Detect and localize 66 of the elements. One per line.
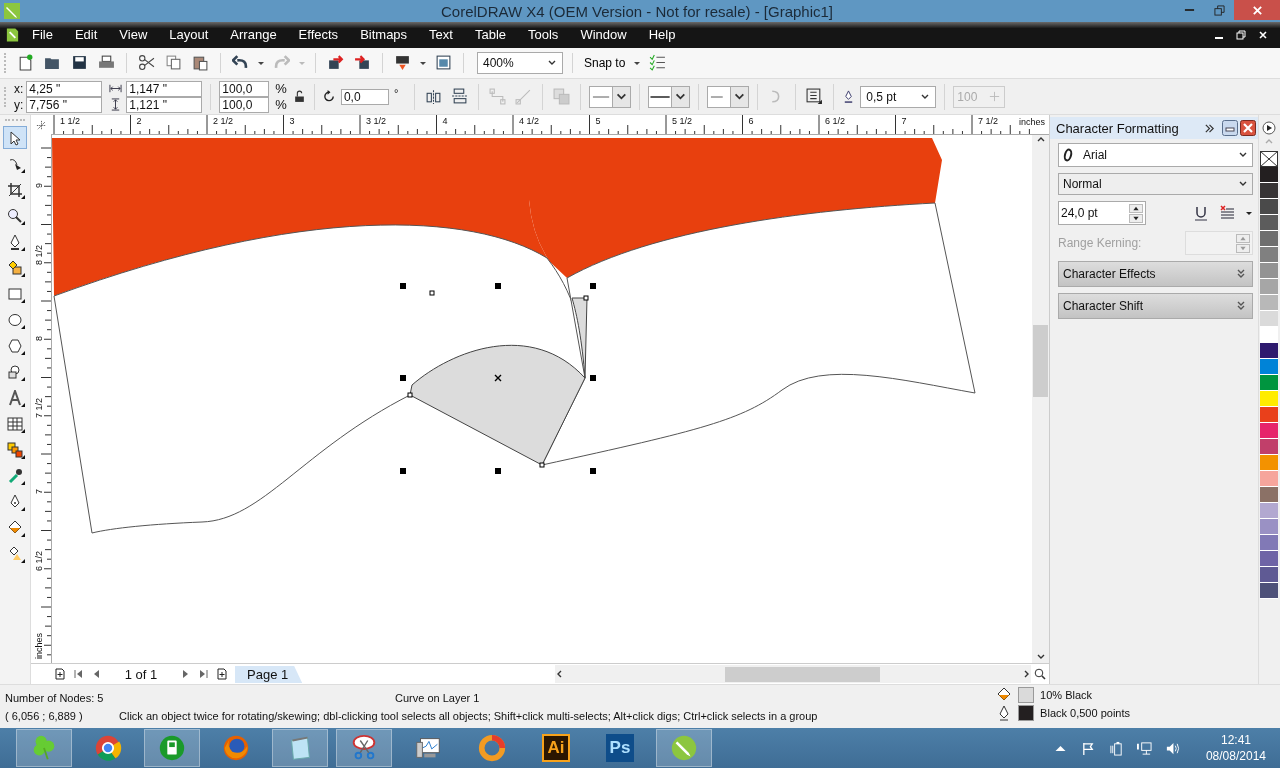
menu-item[interactable]: Help <box>648 27 676 43</box>
ruler-label: 5 1/2 <box>671 116 694 127</box>
menu-item[interactable]: Effects <box>298 27 339 43</box>
ruler-label: 6 <box>747 116 755 127</box>
ruler-label: 8 <box>34 335 44 343</box>
rotation-angle-field[interactable]: 0,0 <box>340 88 389 105</box>
ruler-label: 3 1/2 <box>365 116 388 127</box>
ruler-label: 9 <box>34 182 44 190</box>
menu-item[interactable]: Arrange <box>230 27 277 43</box>
ruler-label: 1 1/2 <box>59 116 82 127</box>
menu-item[interactable]: Table <box>474 27 506 43</box>
ruler-label: 3 <box>288 116 296 127</box>
page-counter: 1 of 1 <box>123 666 159 682</box>
ruler-label: 7 <box>900 116 908 127</box>
menu-item[interactable]: File <box>32 27 53 43</box>
x-position-field[interactable]: 4,25 " <box>26 80 103 97</box>
snap-to-button[interactable]: Snap to <box>582 55 628 70</box>
ruler-label: 4 1/2 <box>518 116 541 127</box>
object-info-text: Curve on Layer 1 <box>395 691 480 704</box>
outline-width-dropdown[interactable]: 0,5 pt <box>860 85 937 108</box>
font-style-dropdown[interactable]: Normal <box>1058 173 1253 196</box>
collapsible-section-header[interactable]: Character Shift <box>1058 293 1253 320</box>
scale-x-field[interactable]: 100,0 <box>219 80 270 97</box>
app-logo-icon: Ps <box>606 734 634 763</box>
taskbar-clock[interactable]: 12:41 08/08/2014 <box>1205 732 1266 765</box>
ruler-unit-label: inches <box>34 632 44 661</box>
docker-title: Character Formatting <box>1056 120 1180 136</box>
taskbar-app-button[interactable]: Ps <box>592 729 648 768</box>
color-indicator-label: Black 0,500 points <box>1040 707 1130 720</box>
page-tab[interactable]: Page 1 <box>235 665 303 683</box>
degree-label: ° <box>393 86 399 99</box>
font-dropdown[interactable]: Arial <box>1058 143 1253 168</box>
ruler-label: 6 1/2 <box>824 116 847 127</box>
ruler-unit-label: inches <box>1019 117 1045 128</box>
x-label: x: <box>14 81 24 96</box>
percent-label: % <box>275 97 287 113</box>
ruler-label: 6 1/2 <box>34 549 44 572</box>
ruler-label: 5 <box>594 116 602 127</box>
collapsible-section-header[interactable]: Character Effects <box>1058 261 1253 288</box>
width-field[interactable]: 1,147 " <box>126 80 203 97</box>
taskbar-app-button[interactable]: Ai <box>528 729 584 768</box>
y-label: y: <box>14 97 24 112</box>
ruler-label: 2 1/2 <box>212 116 235 127</box>
ruler-label: 2 <box>135 116 143 127</box>
ruler-label: 7 1/2 <box>34 396 44 419</box>
ruler-label: 7 <box>34 488 44 496</box>
range-kerning-label: Range Kerning: <box>1058 236 1142 251</box>
hint-text: Click an object twice for rotating/skewing; dbl-clicking tool selects all objects; Shift+click multi-selects; Alt+click digs; Ctrl+click selects in a group <box>119 709 818 722</box>
menu-item[interactable]: Layout <box>169 27 209 43</box>
zoom-level-dropdown[interactable]: 400% <box>477 51 563 74</box>
menu-item[interactable]: View <box>119 27 148 43</box>
menu-item[interactable]: Bitmaps <box>360 27 408 43</box>
ruler-label: 8 1/2 <box>34 243 44 266</box>
menu-item[interactable]: Edit <box>74 27 98 43</box>
node-count-text: Number of Nodes: 5 <box>5 691 105 704</box>
font-size-field[interactable]: 24,0 pt <box>1058 201 1146 226</box>
menu-item[interactable]: Window <box>580 27 627 43</box>
ruler-label: 4 <box>441 116 449 127</box>
ruler-label: 7 1/2 <box>977 116 1000 127</box>
color-indicator-label: 10% Black <box>1040 689 1093 702</box>
menu-item[interactable]: Tools <box>528 27 559 43</box>
menu-item[interactable]: Text <box>429 27 453 43</box>
app-logo-icon: Ai <box>542 734 570 763</box>
window-title: CorelDRAW X4 (OEM Version - Not for resale) - [Graphic1] <box>439 2 835 20</box>
cursor-coordinates-text: ( 6,056 ; 6,889 ) <box>5 709 84 722</box>
percent-label: % <box>275 81 287 97</box>
